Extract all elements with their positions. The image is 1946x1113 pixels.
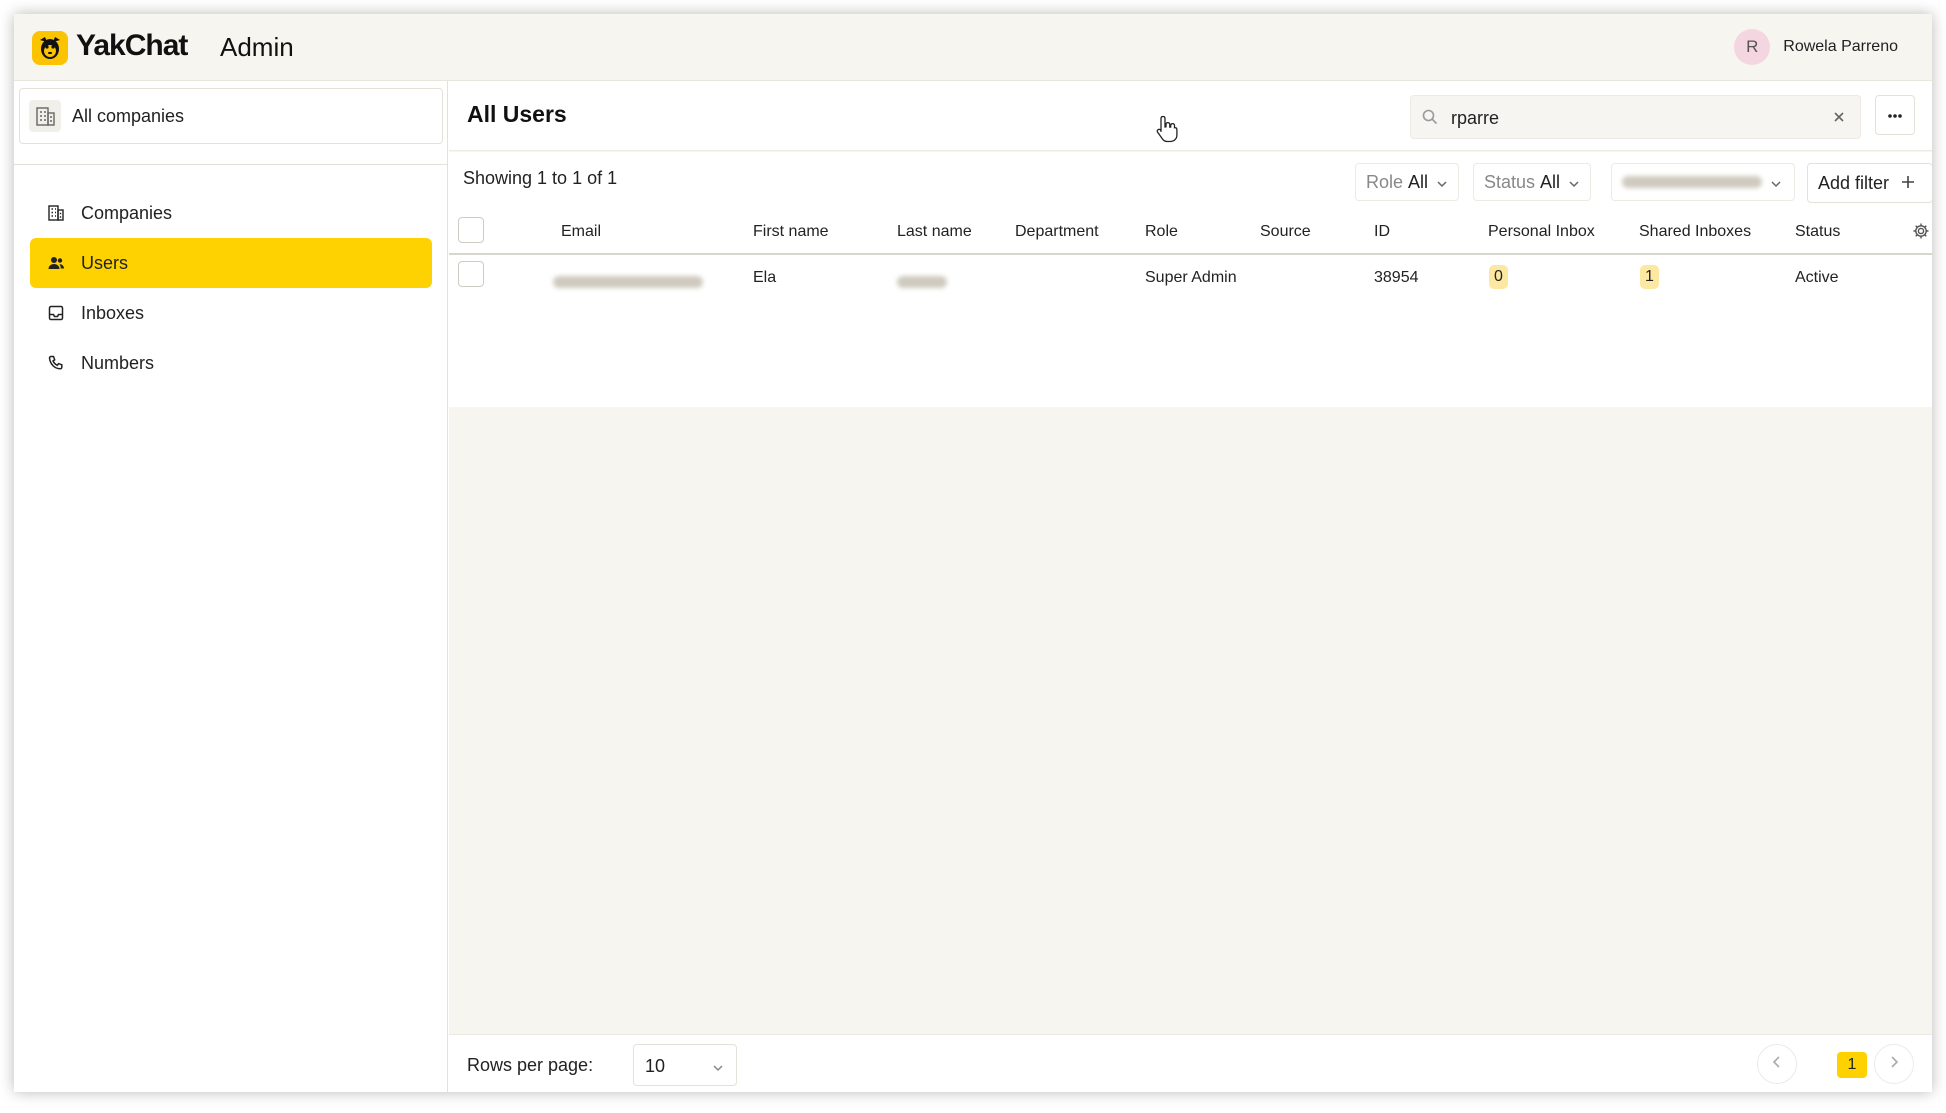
phone-icon <box>46 353 66 373</box>
top-bar: YakChat Admin R Rowela Parreno <box>14 14 1932 81</box>
role-filter-value: All <box>1408 171 1429 192</box>
company-selector[interactable]: All companies <box>19 88 443 144</box>
column-header-status[interactable]: Status <box>1795 223 1840 241</box>
redacted-last-name <box>897 276 947 288</box>
page-title: All Users <box>467 101 567 127</box>
sidebar-item-label: Numbers <box>81 352 155 373</box>
sidebar-item-inboxes[interactable]: Inboxes <box>30 288 432 338</box>
column-header-shared-inboxes[interactable]: Shared Inboxes <box>1639 223 1751 241</box>
rows-per-page-select[interactable]: 10 <box>633 1044 737 1086</box>
column-header-source[interactable]: Source <box>1260 223 1311 241</box>
redacted-filter[interactable] <box>1611 163 1795 201</box>
title-bar: All Users <box>449 81 1932 151</box>
personal-inbox-count-badge: 0 <box>1489 265 1508 289</box>
row-checkbox[interactable] <box>458 261 484 287</box>
hand-pointer-icon <box>1154 114 1180 149</box>
sidebar-divider <box>14 164 448 165</box>
user-name: Rowela Parreno <box>1783 38 1898 55</box>
add-filter-label: Add filter <box>1818 172 1890 193</box>
sidebar-item-numbers[interactable]: Numbers <box>30 338 432 388</box>
previous-page-button[interactable] <box>1757 1044 1797 1084</box>
status-filter-value: All <box>1540 171 1561 192</box>
building-icon <box>46 203 66 223</box>
column-header-first-name[interactable]: First name <box>753 223 829 241</box>
more-options-button[interactable] <box>1875 95 1915 135</box>
section-name: Admin <box>220 32 294 62</box>
chevron-down-icon <box>1770 172 1782 193</box>
building-icon <box>29 100 61 132</box>
users-table: Email First name Last name Department Ro… <box>449 209 1932 407</box>
column-header-email[interactable]: Email <box>561 223 601 241</box>
chevron-left-icon <box>1772 1055 1782 1074</box>
sidebar: All companies Companies Users Inboxes Nu… <box>14 81 448 1092</box>
chevron-down-icon <box>1436 172 1448 193</box>
brand-name: YakChat <box>76 29 188 62</box>
filter-toolbar: Showing 1 to 1 of 1 Role All Status All <box>449 152 1932 209</box>
users-icon <box>46 253 66 273</box>
shared-inboxes-count-badge: 1 <box>1640 265 1659 289</box>
id-cell: 38954 <box>1374 269 1419 286</box>
add-filter-button[interactable]: Add filter <box>1807 163 1932 203</box>
status-filter-label: Status <box>1484 171 1536 192</box>
column-header-id[interactable]: ID <box>1374 223 1390 241</box>
yakchat-logo-icon <box>32 31 68 65</box>
chevron-right-icon <box>1889 1055 1899 1074</box>
table-header: Email First name Last name Department Ro… <box>449 209 1932 255</box>
status-cell: Active <box>1795 269 1839 286</box>
sidebar-item-users[interactable]: Users <box>30 238 432 288</box>
column-header-personal-inbox[interactable]: Personal Inbox <box>1488 223 1595 241</box>
results-count: Showing 1 to 1 of 1 <box>463 168 618 188</box>
personal-inbox-cell: 0 <box>1489 265 1508 289</box>
sidebar-item-label: Companies <box>81 202 173 223</box>
app-window: YakChat Admin R Rowela Parreno All compa… <box>14 14 1932 1092</box>
last-name-cell <box>897 275 947 293</box>
pagination-bar: Rows per page: 10 1 <box>449 1034 1932 1092</box>
search-icon <box>1421 108 1439 131</box>
role-filter[interactable]: Role All <box>1355 163 1460 201</box>
redacted-email <box>553 276 703 288</box>
company-selector-label: All companies <box>72 105 185 126</box>
column-header-role[interactable]: Role <box>1145 223 1178 241</box>
column-header-last-name[interactable]: Last name <box>897 223 972 241</box>
first-name-cell: Ela <box>753 269 777 286</box>
chevron-down-icon <box>1568 172 1580 193</box>
inbox-icon <box>46 303 66 323</box>
table-row[interactable]: Ela Super Admin 38954 0 1 Active <box>449 255 1932 301</box>
ellipsis-icon <box>1887 106 1903 124</box>
next-page-button[interactable] <box>1874 1044 1914 1084</box>
gear-icon[interactable] <box>1912 222 1930 245</box>
search-box[interactable] <box>1410 95 1861 139</box>
avatar: R <box>1734 29 1771 65</box>
current-page-indicator[interactable]: 1 <box>1837 1052 1867 1078</box>
role-filter-label: Role <box>1366 171 1404 192</box>
status-filter[interactable]: Status All <box>1473 163 1592 201</box>
main-content: All Users rparre Showing 1 to 1 of 1 Rol… <box>449 81 1932 1092</box>
search-input[interactable] <box>1451 104 1811 132</box>
user-menu[interactable]: R Rowela Parreno <box>1734 28 1898 66</box>
shared-inboxes-cell: 1 <box>1640 265 1659 289</box>
redacted-filter-value <box>1622 176 1762 188</box>
sidebar-item-label: Inboxes <box>81 302 145 323</box>
sidebar-item-label: Users <box>81 252 129 273</box>
email-cell <box>553 275 703 293</box>
role-cell: Super Admin <box>1145 269 1237 286</box>
sidebar-item-companies[interactable]: Companies <box>30 188 432 238</box>
rows-per-page-label: Rows per page: <box>467 1055 594 1075</box>
clear-search-icon[interactable] <box>1830 108 1848 131</box>
sidebar-nav: Companies Users Inboxes Numbers <box>30 188 432 388</box>
plus-icon <box>1901 173 1915 194</box>
column-header-department[interactable]: Department <box>1015 223 1099 241</box>
rows-per-page-value: 10 <box>645 1056 666 1076</box>
chevron-down-icon <box>712 1059 724 1077</box>
select-all-checkbox[interactable] <box>458 217 484 243</box>
